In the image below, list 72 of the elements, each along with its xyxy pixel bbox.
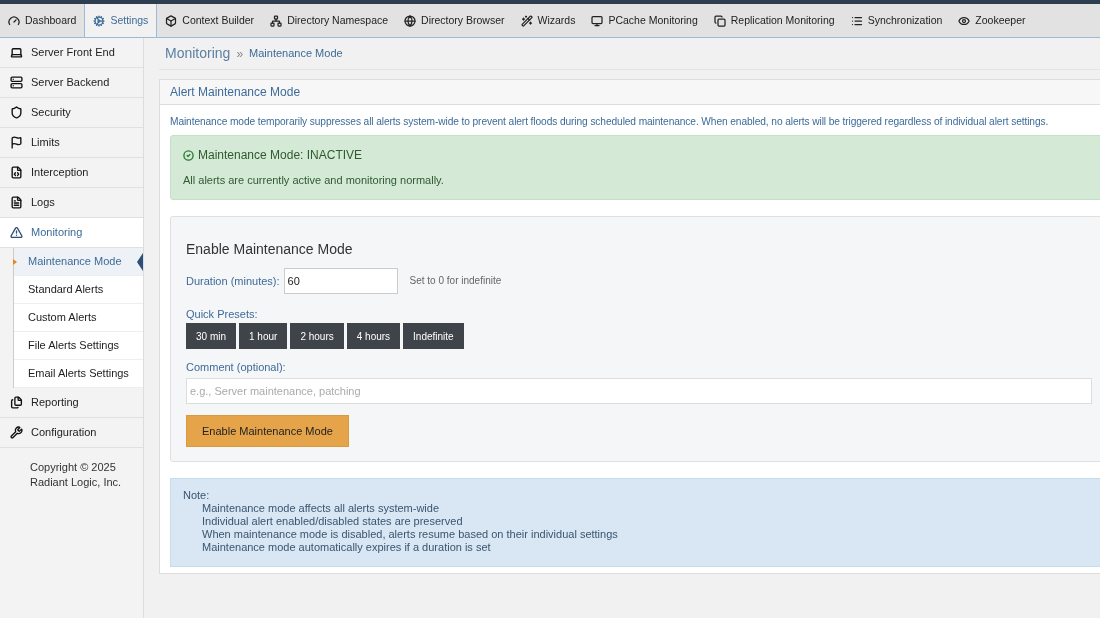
copyright-text: Copyright © 2025 [30, 460, 117, 475]
description-text: Maintenance mode temporarily suppresses all alerts system-wide to prevent alert floods during scheduled maintenance. When enabled, no alerts will be triggered regardless of individual alert settings. [170, 115, 1050, 129]
copy-icon [713, 14, 726, 27]
sidebar-item[interactable]: Interception [0, 158, 143, 188]
preset-button[interactable]: 4 hours [346, 323, 401, 350]
sidebar-item[interactable]: Server Front End [0, 38, 143, 68]
laptop-icon [10, 46, 23, 59]
active-arrow-icon [13, 258, 17, 265]
selection-pointer-icon [137, 252, 143, 271]
list-icon [850, 14, 863, 27]
presets-label: Quick Presets: [186, 306, 259, 322]
sidebar-item[interactable]: Security [0, 98, 143, 128]
hierarchy-icon [270, 14, 283, 27]
gears-icon [93, 14, 106, 27]
server-icon [10, 76, 23, 89]
comment-input[interactable]: e.g., Server maintenance, patching [186, 377, 1092, 404]
nav-tab[interactable]: Wizards [512, 4, 584, 37]
note-title: Note: [183, 488, 211, 502]
enable-button[interactable]: Enable Maintenance Mode [186, 414, 349, 447]
nav-tab[interactable]: Zookeeper [950, 4, 1034, 37]
sidebar-subitem[interactable]: Custom Alerts [14, 304, 143, 332]
nav-tab[interactable]: Directory Browser [396, 4, 513, 37]
preset-button[interactable]: 1 hour [239, 323, 288, 350]
check-circle-icon [183, 149, 194, 161]
eye-icon [958, 14, 971, 27]
duration-label: Duration (minutes): [186, 273, 280, 289]
shield-icon [10, 106, 23, 119]
gauge-icon [8, 14, 20, 27]
sidebar-subitem[interactable]: Maintenance Mode [14, 248, 143, 276]
monitor-icon [591, 14, 604, 27]
globe-icon [404, 14, 417, 27]
preset-button[interactable]: 2 hours [290, 323, 344, 350]
nav-tab[interactable]: Dashboard [0, 4, 85, 37]
files-icon [10, 396, 23, 409]
sidebar-item[interactable]: Server Backend [0, 68, 143, 98]
document-icon [10, 196, 23, 209]
sidebar-subitem[interactable]: Standard Alerts [14, 276, 143, 304]
duration-hint: Set to 0 for indefinite [409, 274, 502, 289]
sidebar-subitem[interactable]: Email Alerts Settings [14, 360, 143, 388]
sidebar-item[interactable]: Limits [0, 128, 143, 158]
nav-tab[interactable]: PCache Monitoring [583, 4, 706, 37]
sidebar-item[interactable]: Configuration [0, 418, 143, 448]
nav-tab[interactable]: Replication Monitoring [705, 4, 843, 37]
nav-tab[interactable]: Context Builder [157, 4, 263, 37]
sidebar-subitem[interactable]: File Alerts Settings [14, 332, 143, 360]
comment-label: Comment (optional): [186, 360, 287, 376]
status-title: Maintenance Mode: INACTIVE [198, 147, 363, 165]
note-line: When maintenance mode is disabled, alerts resume based on their individual settings [201, 527, 619, 541]
nav-tab[interactable]: Settings [84, 4, 158, 37]
sidebar-item[interactable]: Reporting [0, 388, 143, 418]
panel-title: Alert Maintenance Mode [170, 84, 301, 101]
nav-tab[interactable]: Directory Namespace [262, 4, 397, 37]
wrench-icon [10, 426, 23, 439]
status-message: All alerts are currently active and monitoring normally. [183, 173, 445, 189]
preset-button[interactable]: Indefinite [403, 323, 464, 350]
nav-tab[interactable]: Synchronization [842, 4, 951, 37]
note-line: Maintenance mode automatically expires if a duration is set [201, 540, 492, 554]
breadcrumb-link[interactable]: Monitoring [165, 43, 231, 64]
breadcrumb-separator: » [236, 45, 244, 63]
code-file-icon [10, 166, 23, 179]
form-title: Enable Maintenance Mode [186, 239, 354, 259]
copyright-text: Radiant Logic, Inc. [30, 475, 123, 490]
flag-icon [10, 136, 23, 149]
cube-icon [165, 14, 178, 27]
preset-button[interactable]: 30 min [186, 323, 236, 350]
sidebar-item[interactable]: Monitoring [0, 218, 143, 248]
duration-input[interactable]: 60 [283, 267, 398, 294]
wand-icon [520, 14, 533, 27]
breadcrumb-current: Maintenance Mode [249, 46, 343, 62]
warning-icon [10, 226, 23, 239]
note-line: Maintenance mode affects all alerts system-wide [201, 501, 440, 515]
note-line: Individual alert enabled/disabled states are preserved [201, 514, 464, 528]
